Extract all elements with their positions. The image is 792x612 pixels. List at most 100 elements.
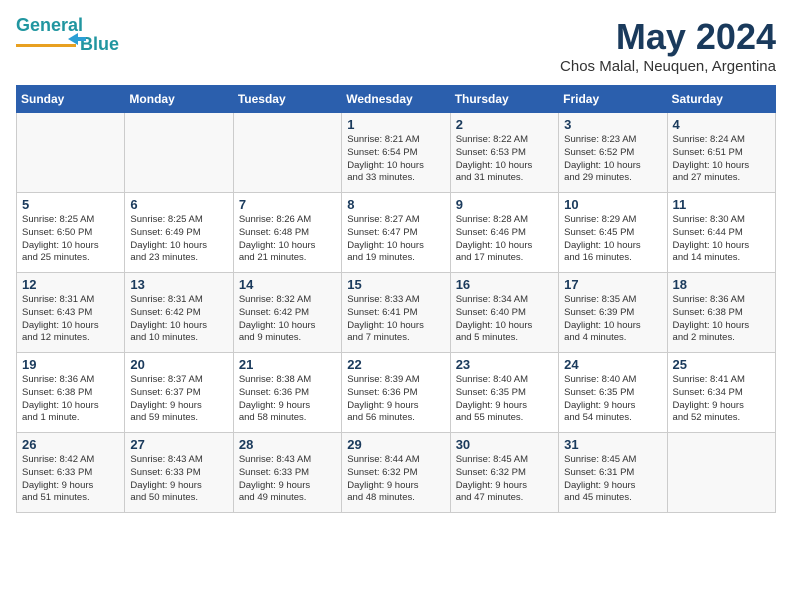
day-info: Sunrise: 8:31 AM Sunset: 6:43 PM Dayligh… bbox=[22, 294, 119, 345]
day-number: 6 bbox=[130, 197, 227, 212]
day-info: Sunrise: 8:43 AM Sunset: 6:33 PM Dayligh… bbox=[130, 454, 227, 505]
day-cell: 21 Sunrise: 8:38 AM Sunset: 6:36 PM Dayli… bbox=[233, 353, 341, 433]
day-number: 16 bbox=[456, 277, 553, 292]
day-info: Sunrise: 8:37 AM Sunset: 6:37 PM Dayligh… bbox=[130, 374, 227, 425]
day-cell: 28Sunrise: 8:43 AM Sunset: 6:33 PM Dayli… bbox=[233, 433, 341, 513]
col-header-saturday: Saturday bbox=[667, 86, 775, 113]
day-cell bbox=[125, 113, 233, 193]
day-cell: 4 Sunrise: 8:24 AM Sunset: 6:51 PM Daylig… bbox=[667, 113, 775, 193]
day-cell: 8 Sunrise: 8:27 AM Sunset: 6:47 PM Daylig… bbox=[342, 193, 450, 273]
day-number: 11 bbox=[673, 197, 770, 212]
day-cell bbox=[233, 113, 341, 193]
day-number: 8 bbox=[347, 197, 444, 212]
day-info: Sunrise: 8:22 AM Sunset: 6:53 PM Dayligh… bbox=[456, 134, 553, 185]
day-number: 13 bbox=[130, 277, 227, 292]
day-cell: 22 Sunrise: 8:39 AM Sunset: 6:36 PM Dayli… bbox=[342, 353, 450, 433]
week-row-3: 12Sunrise: 8:31 AM Sunset: 6:43 PM Dayli… bbox=[17, 273, 776, 353]
day-number: 3 bbox=[564, 117, 661, 132]
day-cell bbox=[667, 433, 775, 513]
day-cell: 15 Sunrise: 8:33 AM Sunset: 6:41 PM Dayli… bbox=[342, 273, 450, 353]
day-number: 22 bbox=[347, 357, 444, 372]
day-number: 19 bbox=[22, 357, 119, 372]
week-row-5: 26 Sunrise: 8:42 AM Sunset: 6:33 PM Dayli… bbox=[17, 433, 776, 513]
col-header-wednesday: Wednesday bbox=[342, 86, 450, 113]
day-number: 9 bbox=[456, 197, 553, 212]
day-cell: 31 Sunrise: 8:45 AM Sunset: 6:31 PM Dayli… bbox=[559, 433, 667, 513]
col-header-friday: Friday bbox=[559, 86, 667, 113]
day-number: 25 bbox=[673, 357, 770, 372]
day-number: 7 bbox=[239, 197, 336, 212]
day-info: Sunrise: 8:29 AM Sunset: 6:45 PM Dayligh… bbox=[564, 214, 661, 265]
day-info: Sunrise: 8:44 AM Sunset: 6:32 PM Dayligh… bbox=[347, 454, 444, 505]
day-cell: 14 Sunrise: 8:32 AM Sunset: 6:42 PM Dayli… bbox=[233, 273, 341, 353]
day-info: Sunrise: 8:25 AM Sunset: 6:50 PM Dayligh… bbox=[22, 214, 119, 265]
day-number: 18 bbox=[673, 277, 770, 292]
day-number: 20 bbox=[130, 357, 227, 372]
day-cell: 12Sunrise: 8:31 AM Sunset: 6:43 PM Dayli… bbox=[17, 273, 125, 353]
day-info: Sunrise: 8:45 AM Sunset: 6:31 PM Dayligh… bbox=[564, 454, 661, 505]
day-info: Sunrise: 8:41 AM Sunset: 6:34 PM Dayligh… bbox=[673, 374, 770, 425]
logo-arrow-icon bbox=[68, 33, 86, 45]
day-info: Sunrise: 8:33 AM Sunset: 6:41 PM Dayligh… bbox=[347, 294, 444, 345]
day-info: Sunrise: 8:24 AM Sunset: 6:51 PM Dayligh… bbox=[673, 134, 770, 185]
day-number: 5 bbox=[22, 197, 119, 212]
day-cell: 23Sunrise: 8:40 AM Sunset: 6:35 PM Dayli… bbox=[450, 353, 558, 433]
day-cell: 29Sunrise: 8:44 AM Sunset: 6:32 PM Dayli… bbox=[342, 433, 450, 513]
day-number: 27 bbox=[130, 437, 227, 452]
day-info: Sunrise: 8:39 AM Sunset: 6:36 PM Dayligh… bbox=[347, 374, 444, 425]
week-row-2: 5 Sunrise: 8:25 AM Sunset: 6:50 PM Daylig… bbox=[17, 193, 776, 273]
col-header-sunday: Sunday bbox=[17, 86, 125, 113]
day-info: Sunrise: 8:34 AM Sunset: 6:40 PM Dayligh… bbox=[456, 294, 553, 345]
day-number: 26 bbox=[22, 437, 119, 452]
day-info: Sunrise: 8:42 AM Sunset: 6:33 PM Dayligh… bbox=[22, 454, 119, 505]
day-info: Sunrise: 8:27 AM Sunset: 6:47 PM Dayligh… bbox=[347, 214, 444, 265]
day-cell: 30 Sunrise: 8:45 AM Sunset: 6:32 PM Dayli… bbox=[450, 433, 558, 513]
logo-accent-bar bbox=[16, 44, 76, 47]
day-number: 30 bbox=[456, 437, 553, 452]
day-info: Sunrise: 8:45 AM Sunset: 6:32 PM Dayligh… bbox=[456, 454, 553, 505]
day-number: 21 bbox=[239, 357, 336, 372]
day-cell bbox=[17, 113, 125, 193]
day-info: Sunrise: 8:40 AM Sunset: 6:35 PM Dayligh… bbox=[564, 374, 661, 425]
day-number: 14 bbox=[239, 277, 336, 292]
logo-general: General bbox=[16, 15, 83, 35]
day-cell: 26 Sunrise: 8:42 AM Sunset: 6:33 PM Dayli… bbox=[17, 433, 125, 513]
day-cell: 16 Sunrise: 8:34 AM Sunset: 6:40 PM Dayli… bbox=[450, 273, 558, 353]
day-info: Sunrise: 8:21 AM Sunset: 6:54 PM Dayligh… bbox=[347, 134, 444, 185]
day-info: Sunrise: 8:25 AM Sunset: 6:49 PM Dayligh… bbox=[130, 214, 227, 265]
day-info: Sunrise: 8:38 AM Sunset: 6:36 PM Dayligh… bbox=[239, 374, 336, 425]
day-number: 15 bbox=[347, 277, 444, 292]
day-cell: 11 Sunrise: 8:30 AM Sunset: 6:44 PM Dayli… bbox=[667, 193, 775, 273]
calendar-table: SundayMondayTuesdayWednesdayThursdayFrid… bbox=[16, 85, 776, 513]
day-info: Sunrise: 8:43 AM Sunset: 6:33 PM Dayligh… bbox=[239, 454, 336, 505]
day-number: 31 bbox=[564, 437, 661, 452]
day-info: Sunrise: 8:28 AM Sunset: 6:46 PM Dayligh… bbox=[456, 214, 553, 265]
day-cell: 20 Sunrise: 8:37 AM Sunset: 6:37 PM Dayli… bbox=[125, 353, 233, 433]
day-info: Sunrise: 8:32 AM Sunset: 6:42 PM Dayligh… bbox=[239, 294, 336, 345]
day-cell: 18 Sunrise: 8:36 AM Sunset: 6:38 PM Dayli… bbox=[667, 273, 775, 353]
page-header: General Blue May 2024 Chos Malal, Neuque… bbox=[16, 16, 776, 75]
location: Chos Malal, Neuquen, Argentina bbox=[560, 58, 776, 75]
month-title: May 2024 bbox=[560, 16, 776, 58]
day-info: Sunrise: 8:36 AM Sunset: 6:38 PM Dayligh… bbox=[673, 294, 770, 345]
day-cell: 13Sunrise: 8:31 AM Sunset: 6:42 PM Dayli… bbox=[125, 273, 233, 353]
day-number: 10 bbox=[564, 197, 661, 212]
day-cell: 9 Sunrise: 8:28 AM Sunset: 6:46 PM Daylig… bbox=[450, 193, 558, 273]
title-block: May 2024 Chos Malal, Neuquen, Argentina bbox=[560, 16, 776, 75]
col-header-thursday: Thursday bbox=[450, 86, 558, 113]
day-cell: 3Sunrise: 8:23 AM Sunset: 6:52 PM Daylig… bbox=[559, 113, 667, 193]
day-cell: 10 Sunrise: 8:29 AM Sunset: 6:45 PM Dayli… bbox=[559, 193, 667, 273]
day-info: Sunrise: 8:35 AM Sunset: 6:39 PM Dayligh… bbox=[564, 294, 661, 345]
week-row-1: 1Sunrise: 8:21 AM Sunset: 6:54 PM Daylig… bbox=[17, 113, 776, 193]
day-number: 17 bbox=[564, 277, 661, 292]
day-info: Sunrise: 8:30 AM Sunset: 6:44 PM Dayligh… bbox=[673, 214, 770, 265]
day-cell: 6 Sunrise: 8:25 AM Sunset: 6:49 PM Daylig… bbox=[125, 193, 233, 273]
day-info: Sunrise: 8:36 AM Sunset: 6:38 PM Dayligh… bbox=[22, 374, 119, 425]
week-row-4: 19 Sunrise: 8:36 AM Sunset: 6:38 PM Dayli… bbox=[17, 353, 776, 433]
day-number: 4 bbox=[673, 117, 770, 132]
day-cell: 2 Sunrise: 8:22 AM Sunset: 6:53 PM Daylig… bbox=[450, 113, 558, 193]
col-header-tuesday: Tuesday bbox=[233, 86, 341, 113]
day-cell: 1Sunrise: 8:21 AM Sunset: 6:54 PM Daylig… bbox=[342, 113, 450, 193]
day-info: Sunrise: 8:26 AM Sunset: 6:48 PM Dayligh… bbox=[239, 214, 336, 265]
day-number: 2 bbox=[456, 117, 553, 132]
